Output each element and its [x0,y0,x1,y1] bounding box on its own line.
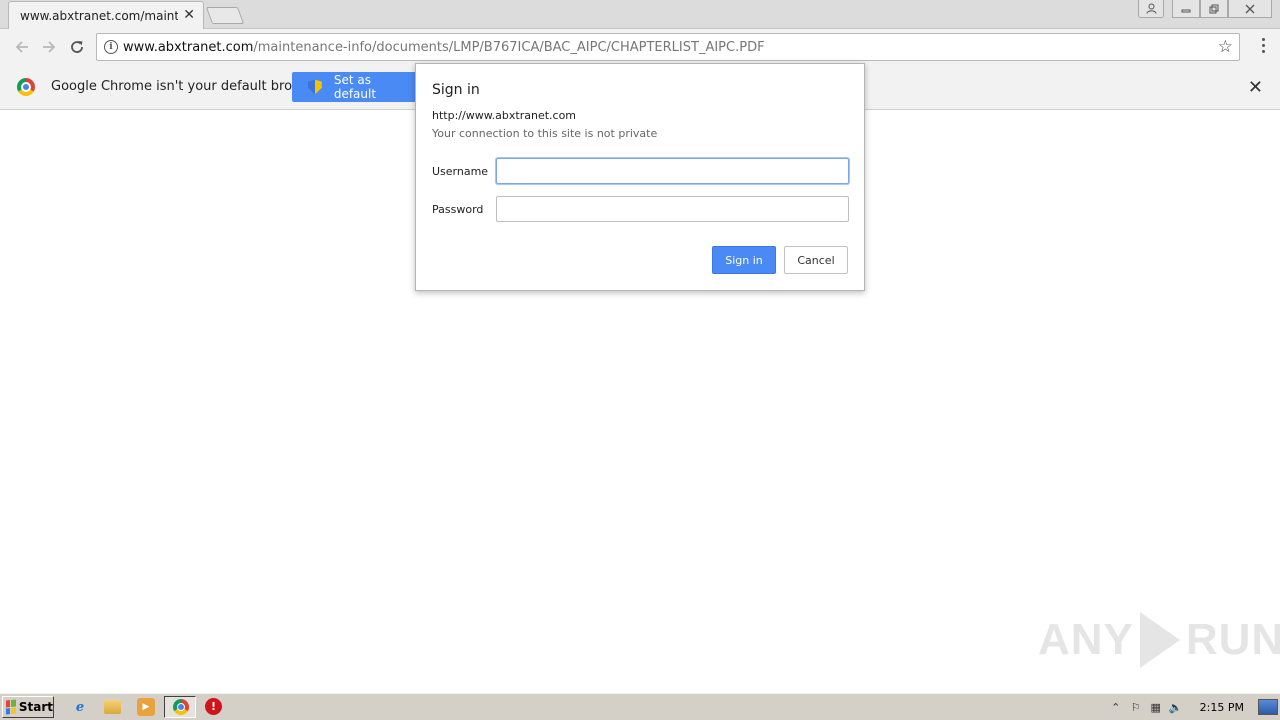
cancel-button[interactable]: Cancel [784,246,848,274]
start-label: Start [18,700,53,714]
infobar-close-icon[interactable]: ✕ [1248,77,1263,98]
restore-icon[interactable] [1200,0,1228,18]
set-as-default-label: Set as default [333,73,377,101]
url-path: /maintenance-info/documents/LMP/B767ICA/… [253,40,765,55]
url-text[interactable]: www.abxtranet.com/maintenance-info/docum… [123,40,765,55]
sign-in-button[interactable]: Sign in [712,246,776,274]
password-field[interactable] [496,196,849,222]
window-controls [1138,0,1272,18]
file-explorer-icon[interactable] [104,700,121,714]
anyrun-watermark: ANY RUN [1038,612,1280,668]
tab-active[interactable]: www.abxtranet.com/maintenance-info/docum… [8,1,204,30]
volume-icon[interactable]: 🔈 [1166,698,1186,716]
internet-explorer-icon[interactable]: e [71,698,89,716]
shield-icon [308,79,322,95]
show-desktop-button[interactable] [1258,699,1278,715]
kebab-menu-icon[interactable] [1260,38,1266,53]
dialog-origin: http://www.abxtranet.com [432,109,577,122]
start-button[interactable]: Start [2,696,54,718]
profile-icon[interactable] [1138,0,1164,18]
dialog-warning: Your connection to this site is not priv… [432,127,658,140]
clock[interactable]: 2:15 PM [1200,701,1244,714]
opera-icon[interactable]: ! [205,698,222,715]
infobar-message: Google Chrome isn't your default browser [51,79,323,94]
password-label: Password [432,203,484,216]
taskbar: Start e ▶ ! ⌃ ⚐ ▦ 🔈 2:15 PM [0,693,1280,720]
browser-toolbar: i www.abxtranet.com/maintenance-info/doc… [0,29,1280,65]
tab-strip: www.abxtranet.com/maintenance-info/docum… [0,0,1280,30]
windows-logo-icon [6,699,16,715]
sign-in-dialog: Sign in http://www.abxtranet.com Your co… [415,63,865,291]
tab-title: www.abxtranet.com/maintenance-info/docum… [20,9,178,23]
username-field[interactable] [496,158,849,184]
forward-arrow-icon[interactable] [38,36,60,58]
dialog-title: Sign in [432,82,480,98]
watermark-right: RUN [1185,615,1280,664]
taskbar-chrome-button[interactable] [164,696,196,718]
chrome-logo-icon [17,78,35,96]
system-tray: ⌃ ⚐ ▦ 🔈 2:15 PM [1106,696,1280,718]
set-as-default-button[interactable]: Set as default [292,72,416,102]
star-icon[interactable]: ☆ [1218,37,1233,57]
username-label: Username [432,165,489,178]
network-icon[interactable]: ▦ [1146,698,1166,716]
play-icon [1139,612,1180,668]
watermark-left: ANY [1038,615,1134,664]
minimize-icon[interactable] [1172,0,1200,18]
reload-icon[interactable] [66,36,88,58]
new-tab-button[interactable] [205,7,245,24]
info-icon[interactable]: i [104,40,118,54]
chrome-icon [173,699,189,715]
window-close-icon[interactable] [1228,0,1272,18]
action-center-flag-icon[interactable]: ⚐ [1126,698,1146,716]
url-host: www.abxtranet.com [123,40,254,55]
media-player-icon[interactable]: ▶ [137,698,155,716]
address-bar[interactable]: i www.abxtranet.com/maintenance-info/doc… [96,33,1240,61]
back-arrow-icon[interactable] [11,36,33,58]
show-hidden-icons-icon[interactable]: ⌃ [1106,698,1126,716]
tab-close-icon[interactable]: ✕ [183,7,195,23]
